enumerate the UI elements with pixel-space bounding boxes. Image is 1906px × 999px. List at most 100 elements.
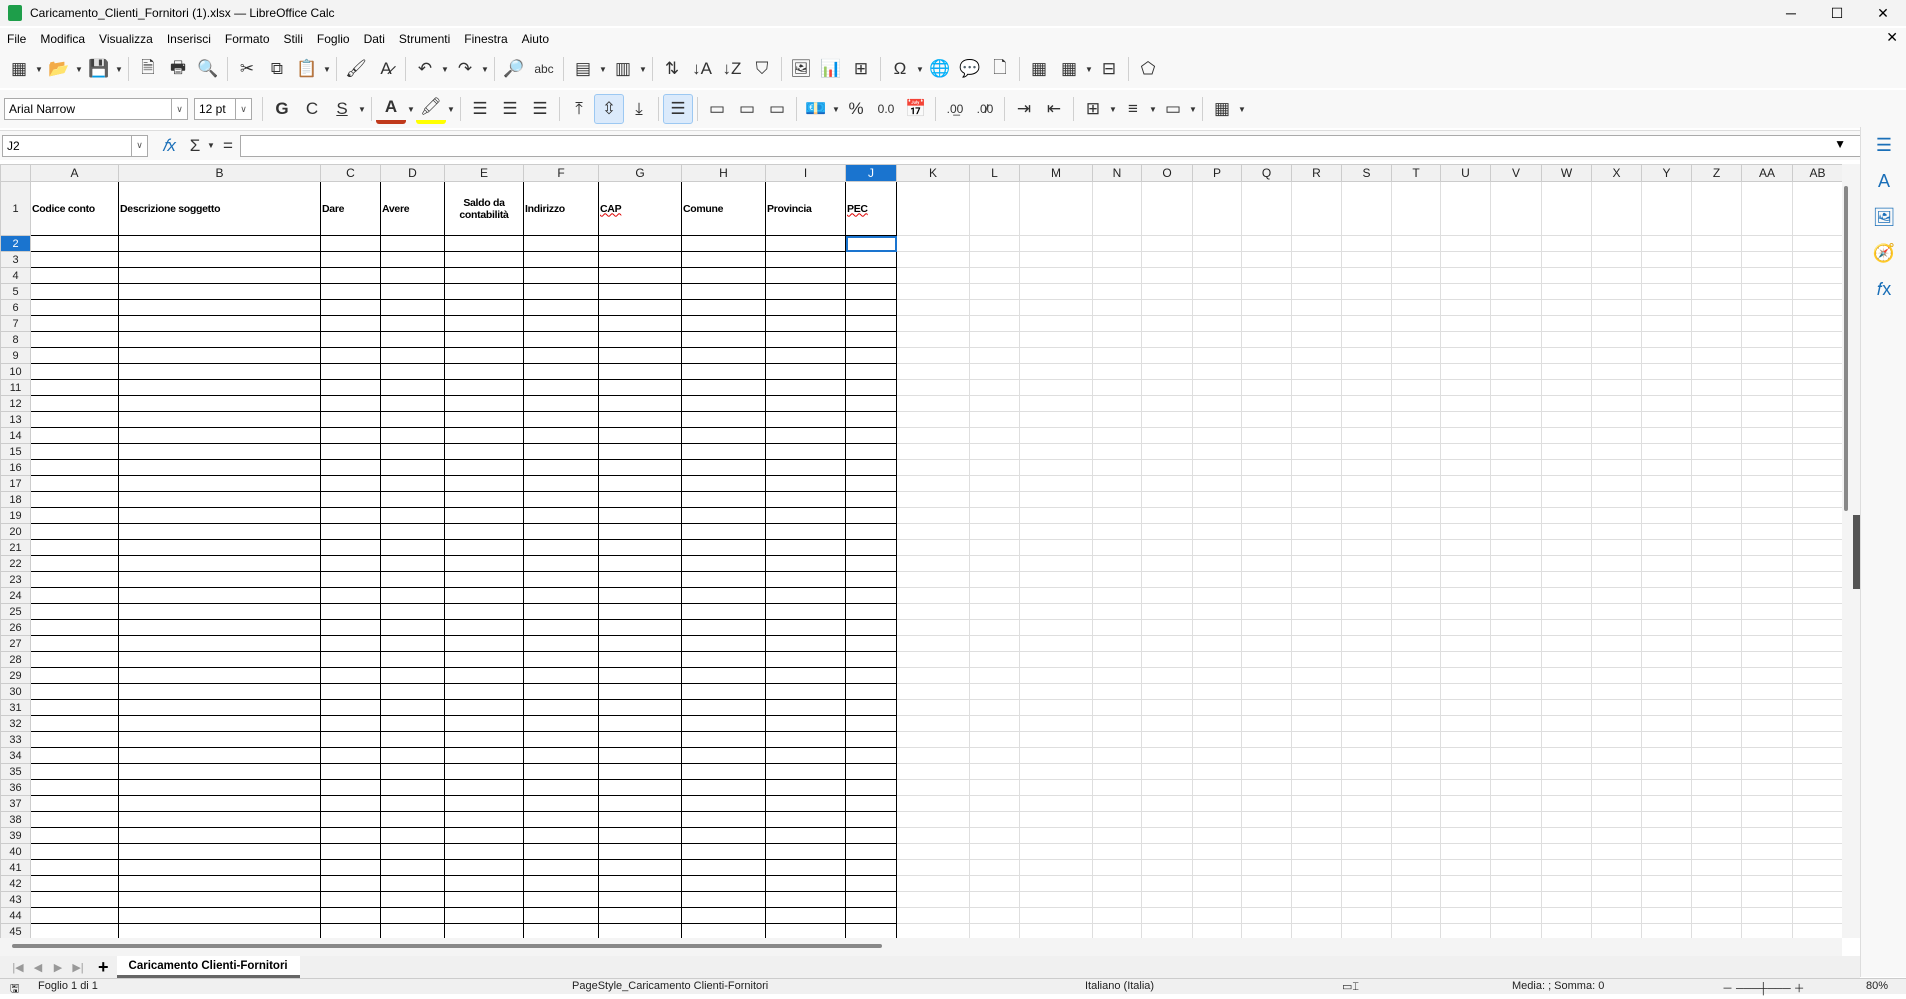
- column-header[interactable]: F: [523, 164, 599, 182]
- cell[interactable]: [1019, 923, 1093, 938]
- cell[interactable]: [444, 539, 524, 556]
- cell[interactable]: [1092, 667, 1142, 684]
- cell[interactable]: [118, 843, 321, 860]
- row-header[interactable]: 11: [0, 379, 31, 396]
- cell[interactable]: [1541, 587, 1592, 604]
- cell[interactable]: [1092, 491, 1142, 508]
- cell[interactable]: [1192, 907, 1242, 924]
- cell[interactable]: [1440, 763, 1491, 780]
- cell[interactable]: [380, 827, 445, 844]
- cell[interactable]: [1391, 267, 1441, 284]
- cell[interactable]: [1691, 267, 1742, 284]
- cell[interactable]: [1291, 427, 1342, 444]
- cell[interactable]: [1141, 651, 1193, 668]
- cell[interactable]: [1591, 491, 1642, 508]
- cell[interactable]: [1092, 571, 1142, 588]
- cell[interactable]: [1490, 539, 1542, 556]
- cell[interactable]: [765, 763, 846, 780]
- maximize-button[interactable]: ☐: [1814, 0, 1860, 26]
- cell[interactable]: [1741, 587, 1793, 604]
- cell[interactable]: [1691, 539, 1742, 556]
- cell[interactable]: [380, 379, 445, 396]
- cell[interactable]: [765, 299, 846, 316]
- cell[interactable]: [598, 347, 682, 364]
- cell[interactable]: [1192, 235, 1242, 252]
- cell[interactable]: [1291, 235, 1342, 252]
- cell[interactable]: [969, 347, 1020, 364]
- cell[interactable]: [1341, 811, 1392, 828]
- cell[interactable]: [1792, 411, 1842, 428]
- cell[interactable]: [1541, 283, 1592, 300]
- cell[interactable]: [1541, 635, 1592, 652]
- cell[interactable]: [896, 731, 970, 748]
- cell[interactable]: [1092, 747, 1142, 764]
- cell[interactable]: [1541, 699, 1592, 716]
- cell[interactable]: [1641, 443, 1692, 460]
- cell[interactable]: [1291, 347, 1342, 364]
- cell[interactable]: [523, 491, 599, 508]
- column-header[interactable]: B: [118, 164, 321, 182]
- cell[interactable]: [845, 379, 897, 396]
- cell[interactable]: [1490, 715, 1542, 732]
- cell[interactable]: [1490, 523, 1542, 540]
- cell[interactable]: [1541, 811, 1592, 828]
- cell[interactable]: [1591, 603, 1642, 620]
- cell[interactable]: [1591, 923, 1642, 938]
- cell[interactable]: [523, 859, 599, 876]
- cell[interactable]: [1141, 891, 1193, 908]
- cell[interactable]: [320, 843, 381, 860]
- cell[interactable]: [969, 907, 1020, 924]
- cell[interactable]: [845, 651, 897, 668]
- cell[interactable]: [1490, 811, 1542, 828]
- row-header[interactable]: 5: [0, 283, 31, 300]
- cell[interactable]: [30, 651, 119, 668]
- italic-icon[interactable]: C: [297, 94, 327, 124]
- cell[interactable]: [681, 843, 766, 860]
- cell[interactable]: [1092, 731, 1142, 748]
- cell[interactable]: [1440, 267, 1491, 284]
- cell[interactable]: [523, 619, 599, 636]
- cell[interactable]: [765, 411, 846, 428]
- cell[interactable]: [1541, 235, 1592, 252]
- cell[interactable]: [1792, 507, 1842, 524]
- cell[interactable]: [1541, 875, 1592, 892]
- cell[interactable]: [1241, 667, 1292, 684]
- cell[interactable]: [30, 859, 119, 876]
- cell[interactable]: [1641, 635, 1692, 652]
- cell[interactable]: [1490, 347, 1542, 364]
- cell[interactable]: [118, 779, 321, 796]
- cell[interactable]: [380, 715, 445, 732]
- cell[interactable]: [320, 571, 381, 588]
- cell[interactable]: [30, 507, 119, 524]
- cell[interactable]: [30, 523, 119, 540]
- cell[interactable]: [1019, 587, 1093, 604]
- cell[interactable]: [1019, 427, 1093, 444]
- cell[interactable]: [845, 763, 897, 780]
- column-icon[interactable]: ▥: [608, 54, 638, 84]
- cell[interactable]: [1792, 795, 1842, 812]
- cell[interactable]: [1541, 331, 1592, 348]
- conditional-format-icon[interactable]: ▦: [1207, 94, 1237, 124]
- currency-format-icon[interactable]: 💶: [801, 94, 831, 124]
- sort-descending-icon[interactable]: ↓Z: [717, 54, 747, 84]
- cell[interactable]: [1741, 347, 1793, 364]
- cell[interactable]: [1792, 443, 1842, 460]
- cell[interactable]: [118, 379, 321, 396]
- column-header[interactable]: S: [1341, 164, 1392, 182]
- cell[interactable]: [320, 299, 381, 316]
- border-style-icon[interactable]: ≡: [1118, 94, 1148, 124]
- cell[interactable]: [765, 459, 846, 476]
- cell[interactable]: [1019, 251, 1093, 268]
- cell[interactable]: [444, 427, 524, 444]
- row-header[interactable]: 1: [0, 181, 31, 236]
- cell[interactable]: [896, 181, 970, 236]
- active-cell[interactable]: [845, 235, 897, 252]
- cell[interactable]: [1792, 267, 1842, 284]
- cell[interactable]: [845, 459, 897, 476]
- column-header[interactable]: G: [598, 164, 682, 182]
- cell[interactable]: [380, 427, 445, 444]
- cell[interactable]: [1792, 747, 1842, 764]
- cell[interactable]: [1192, 571, 1242, 588]
- spreadsheet-grid[interactable]: A B C D E F G H I J K L M N O P Q R S T U V W X Y Z AA AB 1 Codice co…: [0, 164, 1842, 938]
- cell[interactable]: [969, 587, 1020, 604]
